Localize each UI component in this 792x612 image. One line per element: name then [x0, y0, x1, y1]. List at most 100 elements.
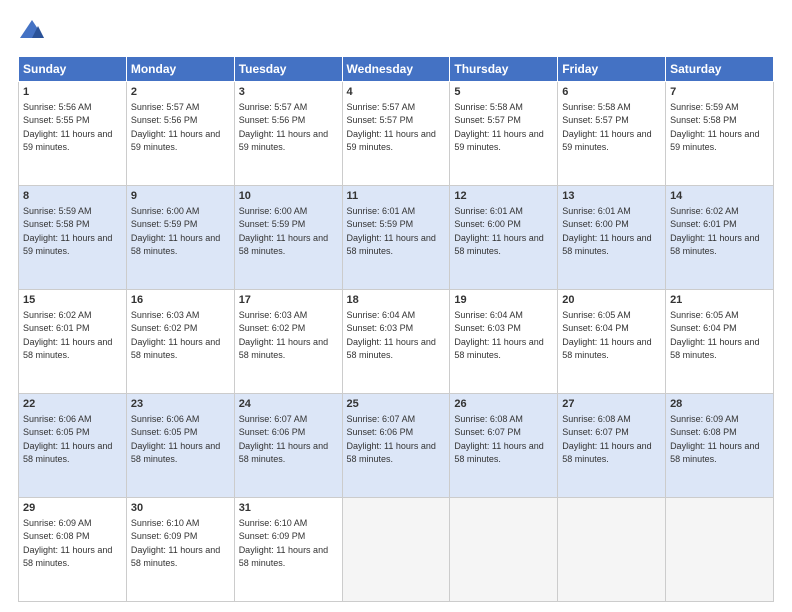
day-number: 8	[23, 189, 122, 204]
calendar-day-cell: 3 Sunrise: 5:57 AMSunset: 5:56 PMDayligh…	[234, 82, 342, 186]
calendar-day-cell: 12 Sunrise: 6:01 AMSunset: 6:00 PMDaylig…	[450, 186, 558, 290]
day-info: Sunrise: 6:10 AMSunset: 6:09 PMDaylight:…	[239, 518, 328, 569]
day-info: Sunrise: 6:05 AMSunset: 6:04 PMDaylight:…	[670, 310, 759, 361]
logo-icon	[18, 18, 46, 46]
day-number: 5	[454, 85, 553, 100]
calendar-day-cell: 13 Sunrise: 6:01 AMSunset: 6:00 PMDaylig…	[558, 186, 666, 290]
day-info: Sunrise: 5:57 AMSunset: 5:56 PMDaylight:…	[239, 102, 328, 153]
day-info: Sunrise: 6:02 AMSunset: 6:01 PMDaylight:…	[23, 310, 112, 361]
calendar-day-cell: 27 Sunrise: 6:08 AMSunset: 6:07 PMDaylig…	[558, 394, 666, 498]
day-number: 12	[454, 189, 553, 204]
day-info: Sunrise: 6:03 AMSunset: 6:02 PMDaylight:…	[239, 310, 328, 361]
calendar-day-cell: 18 Sunrise: 6:04 AMSunset: 6:03 PMDaylig…	[342, 290, 450, 394]
calendar-week-row: 15 Sunrise: 6:02 AMSunset: 6:01 PMDaylig…	[19, 290, 774, 394]
day-info: Sunrise: 6:02 AMSunset: 6:01 PMDaylight:…	[670, 206, 759, 257]
calendar-day-cell	[450, 498, 558, 602]
calendar-day-cell: 26 Sunrise: 6:08 AMSunset: 6:07 PMDaylig…	[450, 394, 558, 498]
day-number: 10	[239, 189, 338, 204]
day-number: 2	[131, 85, 230, 100]
day-number: 20	[562, 293, 661, 308]
day-number: 28	[670, 397, 769, 412]
calendar-day-cell: 30 Sunrise: 6:10 AMSunset: 6:09 PMDaylig…	[126, 498, 234, 602]
calendar-day-cell: 8 Sunrise: 5:59 AMSunset: 5:58 PMDayligh…	[19, 186, 127, 290]
calendar-header-tuesday: Tuesday	[234, 57, 342, 82]
calendar-header-monday: Monday	[126, 57, 234, 82]
day-info: Sunrise: 6:01 AMSunset: 6:00 PMDaylight:…	[454, 206, 543, 257]
calendar-day-cell: 1 Sunrise: 5:56 AMSunset: 5:55 PMDayligh…	[19, 82, 127, 186]
calendar-day-cell: 21 Sunrise: 6:05 AMSunset: 6:04 PMDaylig…	[666, 290, 774, 394]
day-info: Sunrise: 6:07 AMSunset: 6:06 PMDaylight:…	[347, 414, 436, 465]
calendar-day-cell: 20 Sunrise: 6:05 AMSunset: 6:04 PMDaylig…	[558, 290, 666, 394]
day-number: 16	[131, 293, 230, 308]
day-number: 7	[670, 85, 769, 100]
day-info: Sunrise: 6:00 AMSunset: 5:59 PMDaylight:…	[239, 206, 328, 257]
day-number: 14	[670, 189, 769, 204]
calendar-day-cell: 5 Sunrise: 5:58 AMSunset: 5:57 PMDayligh…	[450, 82, 558, 186]
calendar-week-row: 22 Sunrise: 6:06 AMSunset: 6:05 PMDaylig…	[19, 394, 774, 498]
calendar-day-cell: 14 Sunrise: 6:02 AMSunset: 6:01 PMDaylig…	[666, 186, 774, 290]
calendar-week-row: 1 Sunrise: 5:56 AMSunset: 5:55 PMDayligh…	[19, 82, 774, 186]
day-number: 13	[562, 189, 661, 204]
day-number: 29	[23, 501, 122, 516]
calendar-day-cell: 6 Sunrise: 5:58 AMSunset: 5:57 PMDayligh…	[558, 82, 666, 186]
day-number: 21	[670, 293, 769, 308]
logo	[18, 18, 50, 46]
day-number: 9	[131, 189, 230, 204]
calendar-day-cell: 17 Sunrise: 6:03 AMSunset: 6:02 PMDaylig…	[234, 290, 342, 394]
day-info: Sunrise: 6:01 AMSunset: 5:59 PMDaylight:…	[347, 206, 436, 257]
day-number: 31	[239, 501, 338, 516]
day-info: Sunrise: 5:58 AMSunset: 5:57 PMDaylight:…	[562, 102, 651, 153]
calendar-day-cell: 22 Sunrise: 6:06 AMSunset: 6:05 PMDaylig…	[19, 394, 127, 498]
day-number: 3	[239, 85, 338, 100]
calendar-header-friday: Friday	[558, 57, 666, 82]
day-info: Sunrise: 5:58 AMSunset: 5:57 PMDaylight:…	[454, 102, 543, 153]
day-info: Sunrise: 6:05 AMSunset: 6:04 PMDaylight:…	[562, 310, 651, 361]
calendar-day-cell: 31 Sunrise: 6:10 AMSunset: 6:09 PMDaylig…	[234, 498, 342, 602]
day-number: 30	[131, 501, 230, 516]
calendar-day-cell: 29 Sunrise: 6:09 AMSunset: 6:08 PMDaylig…	[19, 498, 127, 602]
calendar-day-cell: 7 Sunrise: 5:59 AMSunset: 5:58 PMDayligh…	[666, 82, 774, 186]
calendar-day-cell: 11 Sunrise: 6:01 AMSunset: 5:59 PMDaylig…	[342, 186, 450, 290]
day-info: Sunrise: 6:10 AMSunset: 6:09 PMDaylight:…	[131, 518, 220, 569]
day-info: Sunrise: 5:57 AMSunset: 5:56 PMDaylight:…	[131, 102, 220, 153]
calendar-header-saturday: Saturday	[666, 57, 774, 82]
calendar-day-cell: 28 Sunrise: 6:09 AMSunset: 6:08 PMDaylig…	[666, 394, 774, 498]
day-number: 22	[23, 397, 122, 412]
calendar-header-thursday: Thursday	[450, 57, 558, 82]
calendar-table: SundayMondayTuesdayWednesdayThursdayFrid…	[18, 56, 774, 602]
calendar-day-cell: 25 Sunrise: 6:07 AMSunset: 6:06 PMDaylig…	[342, 394, 450, 498]
day-info: Sunrise: 6:06 AMSunset: 6:05 PMDaylight:…	[131, 414, 220, 465]
day-info: Sunrise: 6:07 AMSunset: 6:06 PMDaylight:…	[239, 414, 328, 465]
calendar-day-cell: 10 Sunrise: 6:00 AMSunset: 5:59 PMDaylig…	[234, 186, 342, 290]
day-number: 27	[562, 397, 661, 412]
calendar-day-cell	[666, 498, 774, 602]
day-number: 23	[131, 397, 230, 412]
calendar-day-cell: 16 Sunrise: 6:03 AMSunset: 6:02 PMDaylig…	[126, 290, 234, 394]
calendar-day-cell: 24 Sunrise: 6:07 AMSunset: 6:06 PMDaylig…	[234, 394, 342, 498]
day-info: Sunrise: 5:59 AMSunset: 5:58 PMDaylight:…	[23, 206, 112, 257]
day-info: Sunrise: 6:00 AMSunset: 5:59 PMDaylight:…	[131, 206, 220, 257]
day-number: 4	[347, 85, 446, 100]
day-number: 25	[347, 397, 446, 412]
day-number: 17	[239, 293, 338, 308]
calendar-week-row: 29 Sunrise: 6:09 AMSunset: 6:08 PMDaylig…	[19, 498, 774, 602]
calendar-day-cell: 23 Sunrise: 6:06 AMSunset: 6:05 PMDaylig…	[126, 394, 234, 498]
day-info: Sunrise: 6:09 AMSunset: 6:08 PMDaylight:…	[23, 518, 112, 569]
calendar-day-cell: 15 Sunrise: 6:02 AMSunset: 6:01 PMDaylig…	[19, 290, 127, 394]
day-info: Sunrise: 6:01 AMSunset: 6:00 PMDaylight:…	[562, 206, 651, 257]
calendar-header-sunday: Sunday	[19, 57, 127, 82]
day-info: Sunrise: 5:59 AMSunset: 5:58 PMDaylight:…	[670, 102, 759, 153]
day-info: Sunrise: 6:04 AMSunset: 6:03 PMDaylight:…	[454, 310, 543, 361]
calendar-day-cell	[558, 498, 666, 602]
day-info: Sunrise: 6:08 AMSunset: 6:07 PMDaylight:…	[454, 414, 543, 465]
day-number: 24	[239, 397, 338, 412]
day-info: Sunrise: 6:08 AMSunset: 6:07 PMDaylight:…	[562, 414, 651, 465]
day-number: 19	[454, 293, 553, 308]
day-number: 1	[23, 85, 122, 100]
day-number: 11	[347, 189, 446, 204]
day-info: Sunrise: 6:09 AMSunset: 6:08 PMDaylight:…	[670, 414, 759, 465]
day-info: Sunrise: 6:04 AMSunset: 6:03 PMDaylight:…	[347, 310, 436, 361]
calendar-header-row: SundayMondayTuesdayWednesdayThursdayFrid…	[19, 57, 774, 82]
day-number: 18	[347, 293, 446, 308]
calendar-day-cell: 19 Sunrise: 6:04 AMSunset: 6:03 PMDaylig…	[450, 290, 558, 394]
